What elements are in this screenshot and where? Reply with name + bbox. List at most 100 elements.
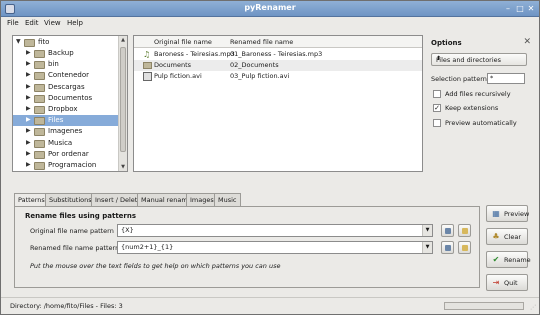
tree-item[interactable]: ▶ Dropbox [13, 104, 119, 115]
collapsed-arrow-icon[interactable]: ▶ [26, 60, 33, 67]
quit-button[interactable]: ⇥ Quit [486, 274, 528, 291]
menu-help[interactable]: Help [67, 19, 83, 27]
patterns-title: Rename files using patterns [25, 212, 137, 220]
folder-icon [34, 106, 45, 114]
collapsed-arrow-icon[interactable]: ▶ [26, 127, 33, 134]
checkmark-icon: ✔ [492, 255, 500, 264]
save-icon [445, 245, 451, 251]
preview-button[interactable]: ▦ Preview [486, 205, 529, 222]
folder-icon [34, 94, 45, 103]
menu-edit[interactable]: Edit [25, 19, 39, 27]
dropdown-arrow-icon[interactable]: ▼ [422, 225, 432, 236]
load-original-pattern-button[interactable] [458, 224, 471, 237]
save-icon [445, 228, 451, 234]
folder-icon [34, 139, 45, 148]
collapsed-arrow-icon[interactable]: ▶ [26, 71, 33, 78]
clear-button[interactable]: ♣ Clear [486, 228, 528, 245]
statusbar: Directory: /home/fito/Files - Files: 3 ⋰ [1, 297, 539, 314]
expanded-arrow-icon[interactable]: ▼ [16, 38, 23, 45]
renamed-name: 01_Baroness - Teiresias.mp3 [230, 50, 323, 58]
titlebar[interactable]: pyRenamer – □ ✕ [1, 1, 539, 17]
window-title: pyRenamer [244, 3, 296, 12]
scroll-up-arrow-icon[interactable]: ▲ [119, 37, 127, 43]
tree-item[interactable]: ▶ bin [13, 59, 119, 70]
keep-extensions-checkbox[interactable]: ✓ [433, 104, 441, 112]
collapsed-arrow-icon[interactable]: ▶ [26, 150, 33, 157]
open-folder-icon [462, 228, 468, 234]
dropdown-arrow-icon[interactable]: ▼ [422, 242, 432, 253]
options-panel: Options ✕ Files and directories ⬍ Select… [429, 35, 531, 172]
column-renamed[interactable]: Renamed file name [230, 38, 293, 46]
column-original[interactable]: Original file name [154, 38, 212, 46]
tree-item[interactable]: ▶ Descargas [13, 82, 119, 93]
tab-patterns[interactable]: Patterns [14, 193, 49, 207]
open-folder-icon [462, 245, 468, 251]
collapsed-arrow-icon[interactable]: ▶ [26, 83, 33, 90]
original-pattern-input[interactable]: {X} ▼ [117, 224, 433, 237]
collapsed-arrow-icon[interactable]: ▶ [26, 116, 33, 123]
status-text: Directory: /home/fito/Files - Files: 3 [10, 302, 123, 310]
scroll-down-arrow-icon[interactable]: ▼ [119, 164, 127, 170]
tree-item[interactable]: ▶ Programacion [13, 160, 119, 171]
tree-item[interactable]: ▶ Imagenes [13, 126, 119, 137]
close-options-icon[interactable]: ✕ [523, 37, 531, 47]
renamed-pattern-label: Renamed file name pattern [30, 244, 120, 252]
tree-root[interactable]: ▼ fito [13, 37, 119, 48]
save-renamed-pattern-button[interactable] [441, 241, 454, 254]
renamed-pattern-value: {num2+1}_{1} [121, 243, 174, 251]
renamed-name: 02_Documents [230, 61, 279, 69]
file-row[interactable]: Pulp fiction.avi 03_Pulp fiction.avi [134, 71, 422, 82]
folder-icon [34, 61, 45, 70]
tree-item[interactable]: ▶ Musica [13, 138, 119, 149]
folder-icon [34, 150, 45, 159]
patterns-hint: Put the mouse over the text fields to ge… [30, 262, 281, 270]
tree-scrollbar[interactable]: ▲ ▼ [118, 36, 127, 171]
menu-file[interactable]: File [7, 19, 19, 27]
tree-item[interactable]: ▶ Backup [13, 48, 119, 59]
broom-icon: ♣ [492, 232, 500, 241]
tree-item[interactable]: ▶ Documentos [13, 93, 119, 104]
selection-pattern-input[interactable]: * [487, 73, 525, 84]
file-list[interactable]: Original file name Renamed file name ♫ Ba… [133, 35, 423, 172]
close-icon[interactable]: ✕ [526, 4, 536, 14]
quit-icon: ⇥ [492, 278, 500, 287]
minimize-icon[interactable]: – [503, 4, 513, 14]
tree-item[interactable]: ▶ Por ordenar [13, 149, 119, 160]
original-name: Baroness - Teiresias.mp3 [154, 50, 235, 58]
tab-images[interactable]: Images [186, 193, 218, 206]
selection-pattern-label: Selection pattern [431, 75, 487, 83]
menu-view[interactable]: View [44, 19, 61, 27]
preview-auto-checkbox[interactable] [433, 119, 441, 127]
tab-substitutions[interactable]: Substitutions [45, 193, 96, 206]
app-window: pyRenamer – □ ✕ File Edit View Help ▼ fi… [0, 0, 540, 315]
resize-grip-icon[interactable]: ⋰ [530, 304, 536, 311]
preview-icon: ▦ [492, 209, 500, 218]
collapsed-arrow-icon[interactable]: ▶ [26, 105, 33, 112]
folder-icon [34, 72, 45, 81]
collapsed-arrow-icon[interactable]: ▶ [26, 94, 33, 101]
load-renamed-pattern-button[interactable] [458, 241, 471, 254]
folder-icon [34, 83, 45, 92]
directory-tree[interactable]: ▼ fito ▶ Backup ▶ bin ▶ Contenedor ▶ Descargas ▶… [12, 35, 128, 172]
tree-item[interactable]: ▶ Files [13, 115, 119, 127]
file-list-header: Original file name Renamed file name [134, 36, 422, 48]
scroll-thumb[interactable] [120, 47, 126, 152]
rename-button[interactable]: ✔ Rename [486, 251, 531, 268]
collapsed-arrow-icon[interactable]: ▶ [26, 49, 33, 56]
maximize-icon[interactable]: □ [515, 4, 525, 14]
tree-item[interactable]: ▶ Contenedor [13, 70, 119, 81]
renamed-name: 03_Pulp fiction.avi [230, 72, 290, 80]
file-row[interactable]: ♫ Baroness - Teiresias.mp3 01_Baroness - T… [134, 49, 422, 60]
progress-bar [444, 302, 524, 310]
add-recursive-checkbox[interactable] [433, 90, 441, 98]
updown-chevron-icon: ⬍ [436, 55, 442, 62]
collapsed-arrow-icon[interactable]: ▶ [26, 161, 33, 168]
save-original-pattern-button[interactable] [441, 224, 454, 237]
original-name: Documents [154, 61, 192, 69]
mode-select[interactable]: Files and directories ⬍ [431, 53, 527, 66]
collapsed-arrow-icon[interactable]: ▶ [26, 139, 33, 146]
folder-icon [143, 62, 152, 69]
file-row[interactable]: Documents 02_Documents [134, 60, 422, 71]
tab-music[interactable]: Music [214, 193, 241, 206]
renamed-pattern-input[interactable]: {num2+1}_{1} ▼ [117, 241, 433, 254]
